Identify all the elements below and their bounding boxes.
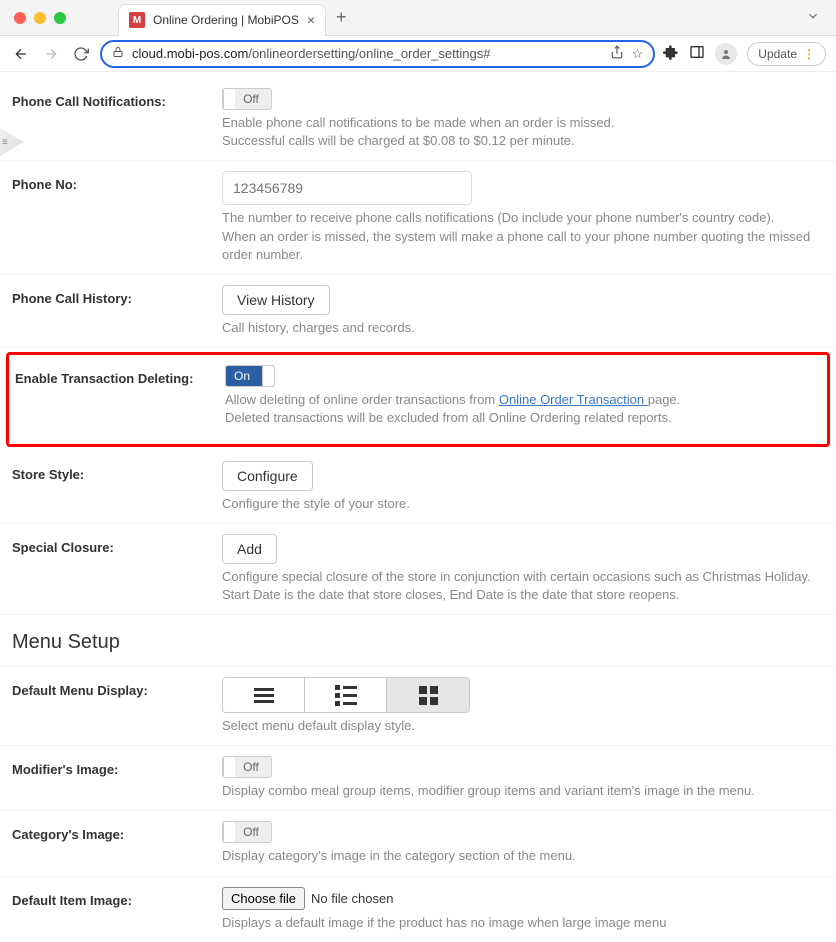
tab-close-icon[interactable]: ×: [307, 12, 315, 28]
tabs-chevron-icon[interactable]: [806, 9, 828, 26]
new-tab-button[interactable]: +: [336, 7, 347, 28]
category-image-row: Category's Image: Off Display category's…: [0, 811, 836, 876]
tab-favicon: M: [129, 12, 145, 28]
panel-icon[interactable]: [689, 44, 705, 63]
bookmark-star-icon[interactable]: ☆: [632, 46, 644, 62]
default-item-image-help: Displays a default image if the product …: [222, 914, 824, 932]
menu-display-grid-option[interactable]: [387, 678, 469, 712]
category-image-help: Display category's image in the category…: [222, 847, 824, 865]
window-controls: [14, 12, 66, 24]
menu-display-lines-option[interactable]: [223, 678, 305, 712]
store-style-help: Configure the style of your store.: [222, 495, 824, 513]
add-closure-button[interactable]: Add: [222, 534, 277, 564]
phone-no-label: Phone No:: [12, 171, 222, 192]
list-icon: [335, 685, 357, 706]
menu-vdots-icon: ⋮: [803, 47, 815, 61]
menu-setup-heading: Menu Setup: [0, 615, 836, 667]
default-menu-display-row: Default Menu Display:: [0, 667, 836, 746]
transaction-deleting-label: Enable Transaction Deleting:: [15, 365, 225, 386]
grid-icon: [419, 686, 438, 705]
close-window-button[interactable]: [14, 12, 26, 24]
special-closure-label: Special Closure:: [12, 534, 222, 555]
special-closure-help: Configure special closure of the store i…: [222, 568, 824, 604]
tab-title: Online Ordering | MobiPOS: [153, 13, 299, 27]
default-menu-display-label: Default Menu Display:: [12, 677, 222, 698]
transaction-deleting-highlight: Enable Transaction Deleting: On Allow de…: [6, 352, 830, 446]
tab-bar: M Online Ordering | MobiPOS × +: [0, 0, 836, 36]
modifier-image-row: Modifier's Image: Off Display combo meal…: [0, 746, 836, 811]
update-button[interactable]: Update ⋮: [747, 42, 826, 66]
extensions-icon[interactable]: [663, 44, 679, 63]
transaction-deleting-toggle[interactable]: On: [225, 365, 275, 387]
phone-notifications-row: Phone Call Notifications: Off Enable pho…: [0, 78, 836, 161]
minimize-window-button[interactable]: [34, 12, 46, 24]
back-button[interactable]: [10, 43, 32, 65]
configure-style-button[interactable]: Configure: [222, 461, 313, 491]
default-item-image-label: Default Item Image:: [12, 887, 222, 908]
view-history-button[interactable]: View History: [222, 285, 330, 315]
menu-display-segmented-control: [222, 677, 470, 713]
phone-history-row: Phone Call History: View History Call hi…: [0, 275, 836, 348]
phone-no-input[interactable]: [222, 171, 472, 205]
default-menu-display-help: Select menu default display style.: [222, 717, 824, 735]
forward-button[interactable]: [40, 43, 62, 65]
category-image-toggle[interactable]: Off: [222, 821, 272, 843]
extension-icons: Update ⋮: [663, 42, 826, 66]
modifier-image-help: Display combo meal group items, modifier…: [222, 782, 824, 800]
browser-toolbar: cloud.mobi-pos.com/onlineordersetting/on…: [0, 36, 836, 72]
lock-icon: [112, 46, 124, 61]
browser-tab[interactable]: M Online Ordering | MobiPOS ×: [118, 4, 326, 36]
modifier-image-toggle[interactable]: Off: [222, 756, 272, 778]
store-style-row: Store Style: Configure Configure the sty…: [0, 451, 836, 524]
modifier-image-label: Modifier's Image:: [12, 756, 222, 777]
default-item-image-row: Default Item Image: Choose file No file …: [0, 877, 836, 942]
phone-history-label: Phone Call History:: [12, 285, 222, 306]
hamburger-lines-icon: [254, 688, 274, 703]
file-chosen-text: No file chosen: [311, 891, 393, 906]
online-order-transaction-link[interactable]: Online Order Transaction: [499, 392, 648, 407]
phone-no-help: The number to receive phone calls notifi…: [222, 209, 824, 264]
phone-history-help: Call history, charges and records.: [222, 319, 824, 337]
category-image-label: Category's Image:: [12, 821, 222, 842]
update-label: Update: [758, 47, 797, 61]
share-icon[interactable]: [610, 45, 624, 62]
choose-file-button[interactable]: Choose file: [222, 887, 305, 910]
transaction-deleting-row: Enable Transaction Deleting: On Allow de…: [15, 361, 821, 431]
url-text: cloud.mobi-pos.com/onlineordersetting/on…: [132, 46, 602, 61]
maximize-window-button[interactable]: [54, 12, 66, 24]
phone-no-row: Phone No: The number to receive phone ca…: [0, 161, 836, 275]
menu-display-list-option[interactable]: [305, 678, 387, 712]
store-style-label: Store Style:: [12, 461, 222, 482]
reload-button[interactable]: [70, 43, 92, 65]
transaction-deleting-help: Allow deleting of online order transacti…: [225, 391, 821, 427]
phone-notifications-toggle[interactable]: Off: [222, 88, 272, 110]
address-bar[interactable]: cloud.mobi-pos.com/onlineordersetting/on…: [100, 40, 655, 68]
phone-notifications-help: Enable phone call notifications to be ma…: [222, 114, 824, 150]
phone-notifications-label: Phone Call Notifications:: [12, 88, 222, 109]
profile-avatar-icon[interactable]: [715, 43, 737, 65]
special-closure-row: Special Closure: Add Configure special c…: [0, 524, 836, 615]
